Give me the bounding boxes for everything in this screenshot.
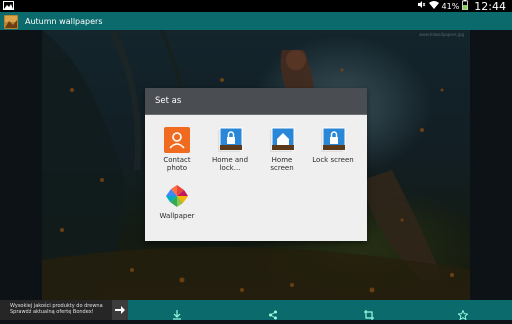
- mute-icon: [417, 0, 426, 12]
- home-icon: [269, 127, 295, 153]
- wifi-icon: [428, 0, 439, 12]
- download-icon[interactable]: [172, 305, 182, 320]
- lock-icon: [320, 127, 346, 153]
- clock: 12:44: [474, 0, 506, 13]
- option-lock-screen[interactable]: Lock screen: [311, 127, 355, 164]
- battery-icon: [462, 0, 469, 13]
- photos-pinwheel-icon: [164, 183, 190, 209]
- contact-icon: [164, 127, 190, 153]
- option-label: Lock screen: [312, 156, 354, 164]
- ad-arrow-icon[interactable]: [112, 300, 128, 320]
- crop-icon[interactable]: [364, 305, 374, 320]
- app-title: Autumn wallpapers: [25, 16, 103, 26]
- option-wallpaper[interactable]: Wallpaper: [155, 183, 199, 220]
- option-home-screen[interactable]: Home screen: [260, 127, 304, 172]
- ad-text: Wysokiej jakości produkty do drewna Spra…: [10, 303, 103, 315]
- option-home-and-lock[interactable]: Home and lock...: [208, 127, 252, 172]
- set-as-dialog: Set as Contact photo Home and lock... Ho…: [145, 88, 367, 241]
- bottom-toolbar: Wysokiej jakości produkty do drewna Spra…: [0, 300, 512, 321]
- option-label: Home and lock...: [211, 156, 249, 172]
- battery-percent: 41%: [441, 1, 460, 11]
- dialog-title: Set as: [145, 88, 367, 115]
- share-icon[interactable]: [268, 305, 278, 320]
- home-lock-icon: [217, 127, 243, 153]
- option-label: Wallpaper: [159, 212, 195, 220]
- ad-banner[interactable]: Wysokiej jakości produkty do drewna Spra…: [0, 300, 128, 320]
- option-contact-photo[interactable]: Contact photo: [155, 127, 199, 172]
- status-bar: 41% 12:44: [0, 0, 512, 13]
- action-bar: Autumn wallpapers: [0, 12, 512, 30]
- option-label: Contact photo: [163, 156, 191, 172]
- star-icon[interactable]: [457, 305, 469, 321]
- app-logo-icon[interactable]: [4, 14, 18, 29]
- option-label: Home screen: [270, 156, 294, 172]
